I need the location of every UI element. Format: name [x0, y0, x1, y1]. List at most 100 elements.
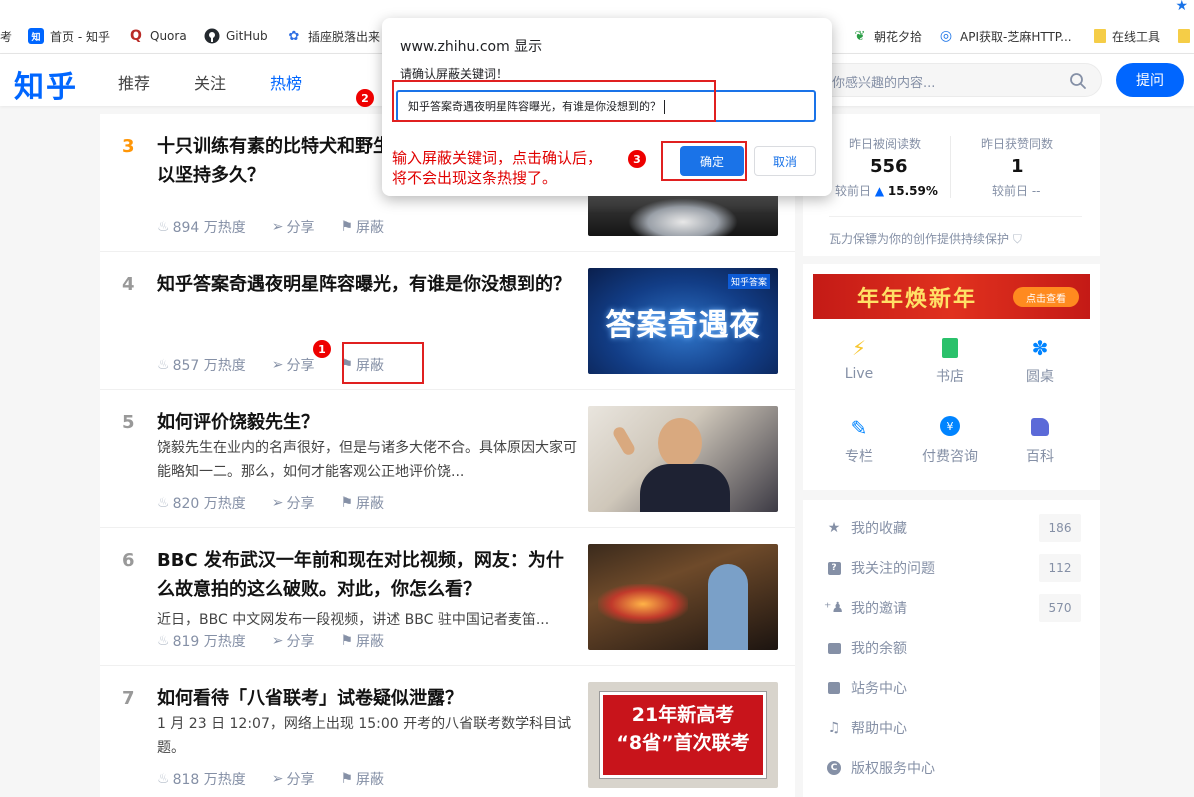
divider [950, 136, 951, 198]
nav-recommend[interactable]: 推荐 [118, 70, 150, 94]
app-bookstore[interactable]: 书店 [920, 336, 980, 386]
hot-item[interactable]: 5 如何评价饶毅先生？ 饶毅先生在业内的名声很好，但是与诸多大佬不合。具体原因大… [100, 390, 795, 528]
share-button[interactable]: ➢ 分享 [272, 355, 315, 375]
heat-value: 857 万热度 [172, 358, 246, 374]
quora-icon: Q [130, 28, 142, 44]
heat-value: 894 万热度 [172, 220, 246, 236]
hot-title[interactable]: 知乎答案奇遇夜明星阵容曝光，有谁是你没想到的？ [157, 270, 577, 299]
app-encyclopedia[interactable]: 百科 [1010, 416, 1070, 466]
apps-card: 年年焕新年 点击查看 ⚡ Live 书店 ✽ 圆桌 ✎ 专栏 ¥ 付费咨询 百科 [803, 264, 1100, 490]
wallet-icon [823, 642, 845, 654]
menu-copyright-center[interactable]: C 版权服务中心 [823, 754, 1081, 782]
hot-thumbnail[interactable]: 21年新高考 “8省”首次联考 [588, 682, 778, 788]
hot-item[interactable]: 7 如何看待「八省联考」试卷疑似泄露？ 1 月 23 日 12:07，网络上出现… [100, 666, 795, 797]
search-icon[interactable] [1069, 72, 1087, 90]
menu-label: 版权服务中心 [851, 761, 935, 777]
menu-invitations[interactable]: ⁺♟ 我的邀请 570 [823, 594, 1081, 622]
search-input[interactable]: 索你感兴趣的内容... [800, 63, 1102, 97]
menu-favorites[interactable]: ★ 我的收藏 186 [823, 514, 1081, 542]
menu-count: 570 [1039, 594, 1081, 622]
arrow-up-icon: ▲ [874, 184, 885, 198]
hot-title[interactable]: 如何看待「八省联考」试卷疑似泄露？ [157, 684, 577, 713]
nav-follow[interactable]: 关注 [194, 70, 226, 94]
bookmark-folder[interactable] [1178, 18, 1190, 54]
annotation-line: 将不会出现这条热搜了。 [392, 169, 558, 187]
dialog-title: www.zhihu.com 显示 [400, 39, 543, 55]
bookmark-item[interactable]: 考 [0, 18, 12, 54]
hot-meta: ♨ 819 万热度 ➢ 分享 ⚑ 屏蔽 [157, 631, 410, 651]
hot-title[interactable]: BBC 发布武汉一年前和现在对比视频，网友：为什么故意拍的这么破败。对此，你怎么… [157, 546, 577, 604]
block-label: 屏蔽 [356, 772, 385, 788]
hot-thumbnail[interactable] [588, 406, 778, 512]
search-placeholder: 索你感兴趣的内容... [819, 76, 936, 91]
bookmark-label: GitHub [226, 29, 268, 43]
app-column[interactable]: ✎ 专栏 [829, 416, 889, 466]
hot-thumbnail[interactable]: 知乎答案 答案奇遇夜 [588, 268, 778, 374]
app-label: 圆桌 [1026, 369, 1054, 385]
star-icon: ★ [827, 520, 841, 536]
user-add-icon: ⁺♟ [824, 600, 844, 616]
share-icon: ➢ [271, 771, 284, 787]
step-marker: 3 [628, 150, 646, 168]
block-label: 屏蔽 [356, 220, 385, 236]
protect-notice[interactable]: 瓦力保镖为你的创作提供持续保护 ⛉ [829, 230, 1022, 247]
bookmark-tools[interactable]: 在线工具 [1094, 18, 1160, 54]
hot-rank: 3 [122, 136, 135, 157]
block-button[interactable]: ⚑ 屏蔽 [340, 631, 384, 651]
app-live[interactable]: ⚡ Live [829, 336, 889, 382]
share-label: 分享 [286, 634, 315, 650]
zhihu-icon: 知 [28, 28, 44, 44]
hot-rank: 5 [122, 412, 135, 433]
encyclopedia-icon [1010, 416, 1070, 446]
stat-value: 556 [870, 156, 908, 177]
menu-help-center[interactable]: ♫ 帮助中心 [823, 714, 1081, 742]
app-roundtable[interactable]: ✽ 圆桌 [1010, 336, 1070, 386]
block-button[interactable]: ⚑ 屏蔽 [340, 217, 384, 237]
folder-icon [1178, 29, 1190, 43]
stat-label: 昨日获赞同数 [981, 137, 1054, 151]
hot-thumbnail[interactable] [588, 544, 778, 650]
bookmark-quora[interactable]: Q Quora [128, 18, 187, 54]
bookmark-label: 插座脱落出来 [308, 29, 381, 44]
bookmark-api[interactable]: ◎ API获取-芝麻HTTP... [938, 18, 1072, 54]
menu-label: 我的余额 [851, 641, 907, 657]
heat-stat: ♨ 818 万热度 [157, 769, 246, 789]
hot-item[interactable]: 4 知乎答案奇遇夜明星阵容曝光，有谁是你没想到的？ ♨ 857 万热度 ➢ 分享 ⚑… [100, 252, 795, 390]
menu-balance[interactable]: 我的余额 [823, 634, 1081, 662]
book-icon [920, 336, 980, 366]
share-button[interactable]: ➢ 分享 [272, 493, 315, 513]
hot-excerpt: 1 月 23 日 12:07，网络上出现 15:00 开考的八省联考数学科目试题… [157, 716, 572, 756]
share-button[interactable]: ➢ 分享 [272, 769, 315, 789]
banner-button[interactable]: 点击查看 [1013, 287, 1079, 307]
heat-value: 819 万热度 [172, 634, 246, 650]
hot-item[interactable]: 6 BBC 发布武汉一年前和现在对比视频，网友：为什么故意拍的这么破败。对此，你… [100, 528, 795, 666]
bookmark-star-icon[interactable]: ★ [1175, 0, 1188, 14]
bookmark-paw[interactable]: ✿ 插座脱落出来 [286, 18, 380, 54]
divider [829, 216, 1082, 217]
globe-icon: ◎ [939, 28, 953, 44]
share-button[interactable]: ➢ 分享 [272, 631, 315, 651]
menu-site-center[interactable]: 站务中心 [823, 674, 1081, 702]
bookmark-zhihu[interactable]: 知 首页 - 知乎 [28, 18, 110, 54]
stat-compare: 较前日 -- [992, 182, 1041, 199]
ask-button[interactable]: 提问 [1116, 63, 1184, 97]
bookmark-zhaohua[interactable]: ❦ 朝花夕拾 [852, 18, 922, 54]
new-year-banner[interactable]: 年年焕新年 点击查看 [813, 274, 1090, 319]
cancel-button[interactable]: 取消 [754, 146, 816, 176]
heat-stat: ♨ 819 万热度 [157, 631, 246, 651]
hot-excerpt: 近日，BBC 中文网发布一段视频，讲述 BBC 驻中国记者麦笛... [157, 612, 550, 628]
nav-hot[interactable]: 热榜 [270, 70, 302, 94]
fire-icon: ♨ [157, 495, 170, 511]
share-icon: ➢ [271, 495, 284, 511]
block-button[interactable]: ⚑ 屏蔽 [340, 769, 384, 789]
share-button[interactable]: ➢ 分享 [272, 217, 315, 237]
app-paid-consult[interactable]: ¥ 付费咨询 [915, 416, 985, 466]
menu-label: 我的邀请 [851, 601, 907, 617]
zhihu-logo[interactable]: 知乎 [14, 62, 78, 106]
bookmark-github[interactable]: GitHub [204, 18, 268, 54]
hot-meta: ♨ 820 万热度 ➢ 分享 ⚑ 屏蔽 [157, 493, 410, 513]
hot-title[interactable]: 如何评价饶毅先生？ [157, 408, 577, 437]
thumb-title: 答案奇遇夜 [605, 308, 761, 343]
menu-followed-questions[interactable]: ? 我关注的问题 112 [823, 554, 1081, 582]
block-button[interactable]: ⚑ 屏蔽 [340, 493, 384, 513]
